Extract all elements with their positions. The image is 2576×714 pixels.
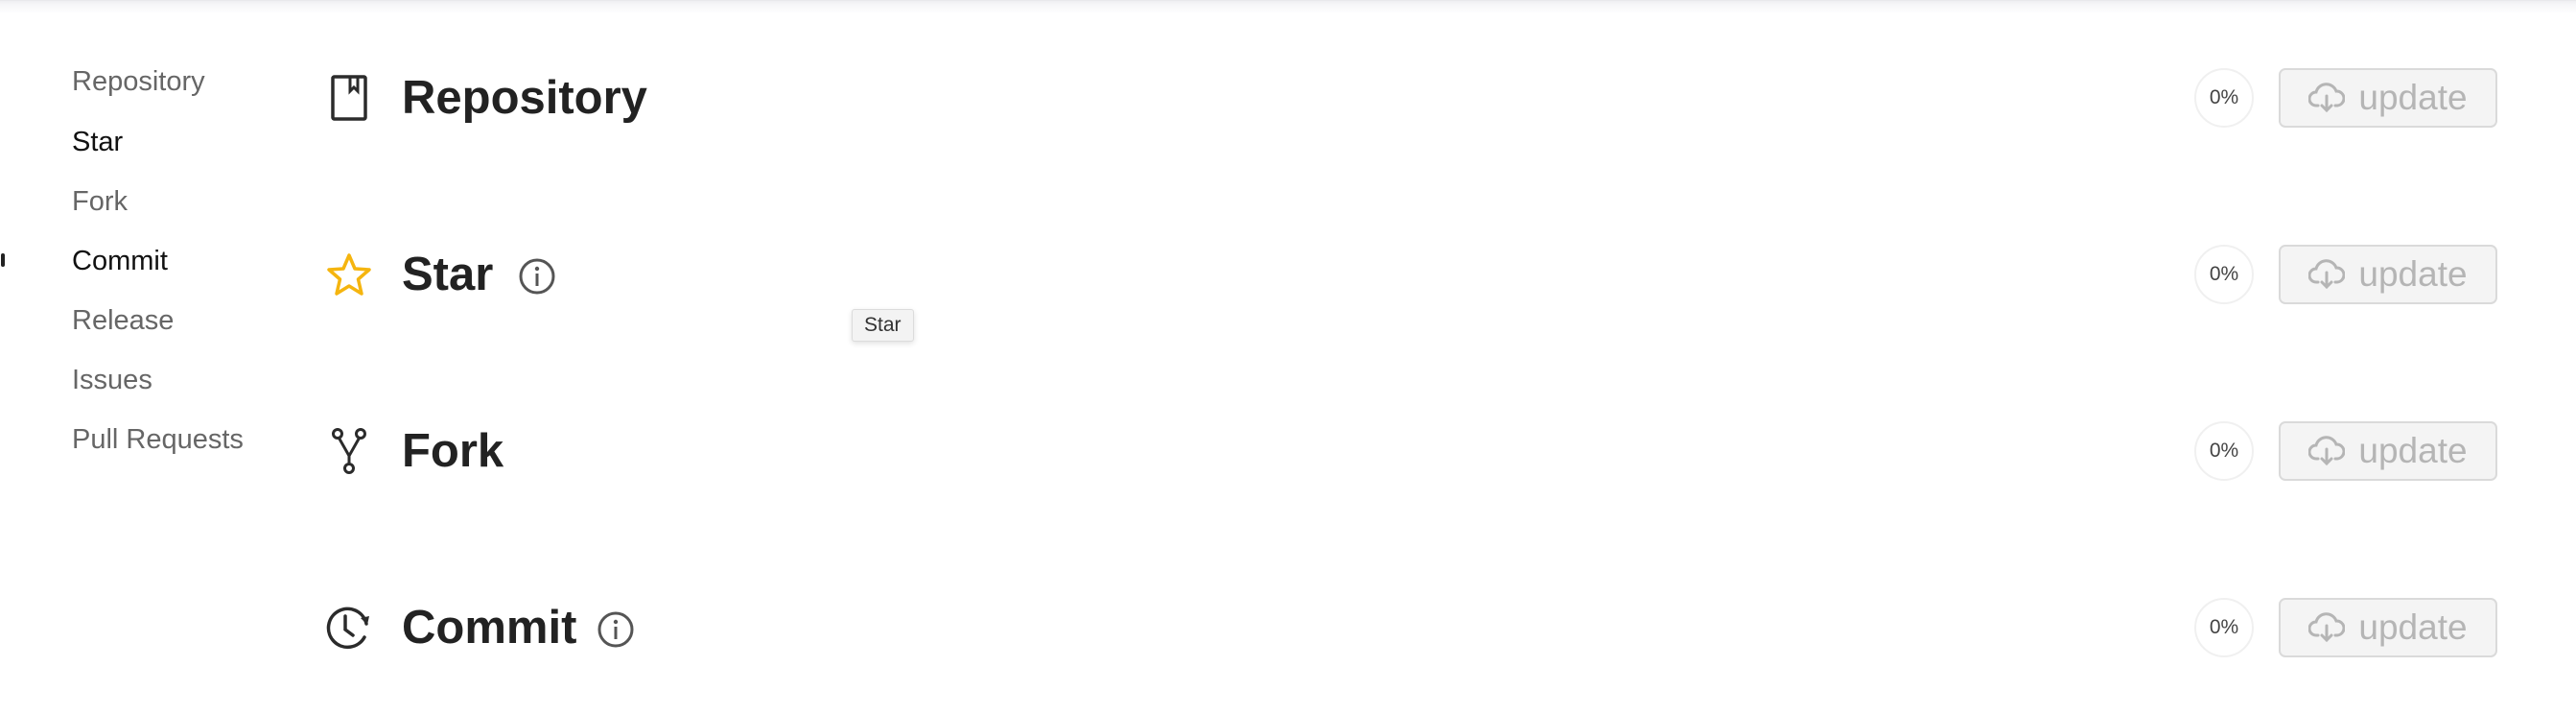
info-icon[interactable] — [518, 257, 556, 296]
section-star: Star 0% update — [0, 236, 2576, 313]
cloud-download-icon — [2308, 83, 2346, 113]
update-button[interactable]: update — [2279, 421, 2497, 481]
sidebar-item-fork[interactable]: Fork — [72, 184, 128, 219]
section-commit: Commit 0% update — [0, 589, 2576, 666]
fork-icon — [326, 426, 372, 476]
cloud-download-icon — [2308, 436, 2346, 466]
top-bar-shadow — [0, 0, 2576, 14]
update-button-label: update — [2358, 607, 2468, 647]
update-button[interactable]: update — [2279, 68, 2497, 128]
repo-book-icon — [326, 73, 372, 123]
section-title: Repository — [402, 72, 647, 124]
progress-indicator: 0% — [2194, 245, 2254, 304]
section-fork: Fork 0% update — [0, 413, 2576, 489]
update-button-label: update — [2358, 431, 2468, 470]
section-title: Commit — [402, 602, 577, 654]
sidebar-item-issues[interactable]: Issues — [72, 363, 152, 397]
progress-indicator: 0% — [2194, 421, 2254, 481]
section-repository: Repository 0% update — [0, 60, 2576, 136]
update-button-label: update — [2358, 78, 2468, 117]
tooltip: Star — [852, 309, 914, 342]
star-icon — [326, 250, 372, 299]
progress-indicator: 0% — [2194, 68, 2254, 128]
cloud-download-icon — [2308, 612, 2346, 643]
update-button-label: update — [2358, 254, 2468, 294]
info-icon[interactable] — [597, 610, 635, 649]
history-icon — [326, 603, 372, 653]
section-title: Star — [402, 249, 494, 300]
progress-indicator: 0% — [2194, 598, 2254, 657]
section-title: Fork — [402, 425, 504, 477]
update-button[interactable]: update — [2279, 598, 2497, 657]
cloud-download-icon — [2308, 259, 2346, 290]
update-button[interactable]: update — [2279, 245, 2497, 304]
